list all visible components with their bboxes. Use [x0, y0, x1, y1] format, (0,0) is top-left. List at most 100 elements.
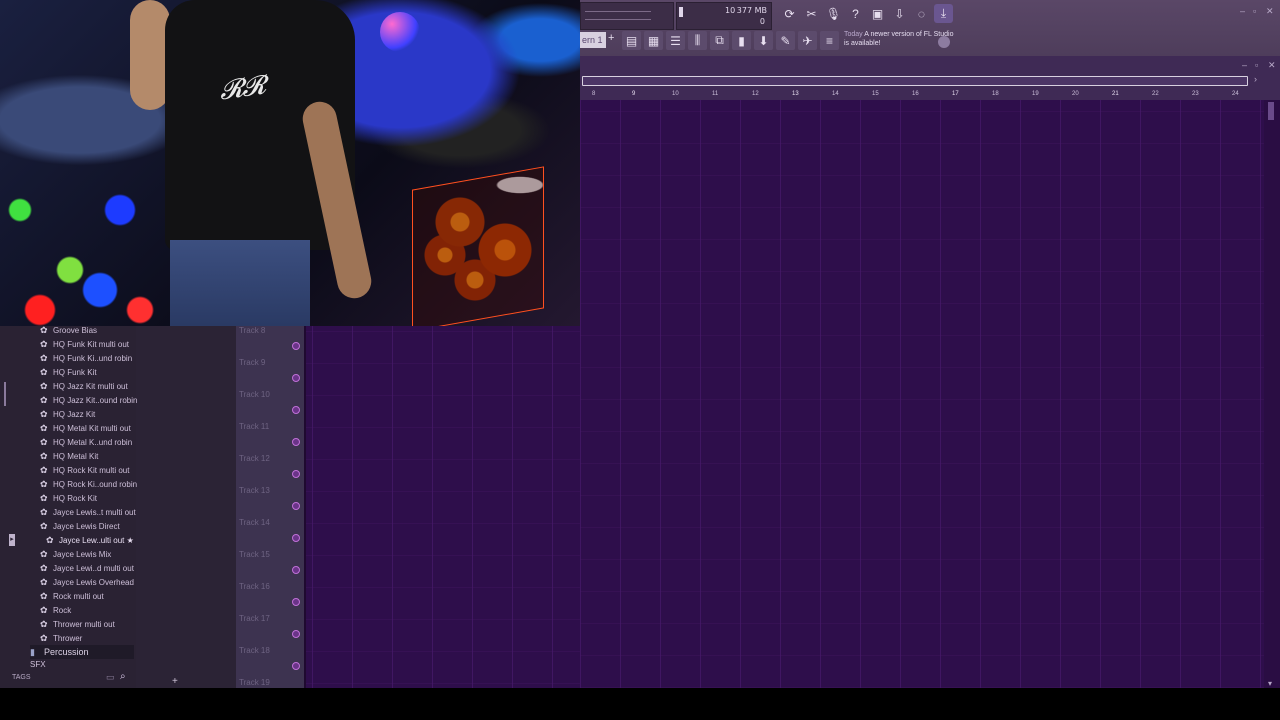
help-icon[interactable]: ? — [846, 4, 865, 23]
track-mute-button[interactable] — [292, 566, 300, 574]
maximize-icon[interactable]: ▫ — [1253, 6, 1256, 16]
browser-bottom-strip: + — [136, 676, 236, 688]
search-icon[interactable]: ⌕ — [120, 671, 126, 682]
playlist-minimize-icon[interactable]: – — [1242, 60, 1247, 70]
save-icon[interactable]: ▣ — [868, 4, 887, 23]
track-header[interactable]: Track 19 — [236, 674, 304, 688]
cut-icon[interactable]: ✂ — [802, 4, 821, 23]
refresh-icon[interactable]: ⟳ — [780, 4, 799, 23]
track-header[interactable]: Track 9 — [236, 354, 304, 387]
browser-item[interactable]: ✿ Rock multi out — [40, 589, 104, 603]
render-icon[interactable]: ⇩ — [890, 4, 909, 23]
folder-percussion[interactable]: ▮ Percussion — [30, 645, 134, 659]
browser-item[interactable]: ✿ Thrower multi out — [40, 617, 115, 631]
browser-item[interactable]: ✿ HQ Rock Kit — [40, 491, 97, 505]
scrollbar-thumb[interactable] — [1268, 102, 1274, 120]
playlist-close-icon[interactable]: ✕ — [1268, 60, 1276, 71]
browser-item[interactable]: ✿ HQ Funk Kit — [40, 365, 97, 379]
browser-item[interactable]: ✿ Jayce Lewis Mix — [40, 547, 111, 561]
track-mute-button[interactable] — [292, 534, 300, 542]
track-header[interactable]: Track 13 — [236, 482, 304, 515]
track-header[interactable]: Track 16 — [236, 578, 304, 611]
plugin-preset-icon: ✿ — [40, 549, 48, 559]
person-arm — [130, 0, 170, 110]
song-position-display[interactable] — [580, 2, 674, 30]
browser-item[interactable]: ✿ HQ Jazz Kit multi out — [40, 379, 128, 393]
link-icon[interactable]: ✈ — [798, 31, 817, 50]
playlist-grid-left[interactable] — [306, 326, 580, 688]
browser-expand-icon[interactable]: ▸ — [9, 534, 15, 546]
browser-item[interactable]: ✿ HQ Metal Kit multi out — [40, 421, 131, 435]
browser-item[interactable]: ✿ Jayce Lewis Overhead — [40, 575, 134, 589]
browser-item[interactable]: ✿ HQ Metal K..und robin — [40, 435, 132, 449]
track-header[interactable]: Track 17 — [236, 610, 304, 643]
hint-icon[interactable]: ≡ — [820, 31, 839, 50]
track-mute-button[interactable] — [292, 662, 300, 670]
channel-rack-icon[interactable]: ☰ — [666, 31, 685, 50]
track-name: Track 11 — [239, 422, 270, 431]
browser-item[interactable]: ✿ Rock — [40, 603, 71, 617]
track-mute-button[interactable] — [292, 438, 300, 446]
playlist-icon[interactable]: ▤ — [622, 31, 641, 50]
browser-item-label: Jayce Lewi..d multi out — [53, 564, 134, 573]
track-header[interactable]: Track 11 — [236, 418, 304, 451]
ruler-number: 20 — [1072, 91, 1079, 97]
folder-sfx[interactable]: SFX — [30, 660, 46, 669]
browser-item[interactable]: ✿ HQ Rock Kit multi out — [40, 463, 129, 477]
scroll-right-icon[interactable]: › — [1254, 74, 1257, 84]
pattern-selector[interactable]: ern 1 — [580, 32, 606, 48]
download-icon[interactable]: ⤓ — [934, 4, 953, 23]
news-globe-icon[interactable] — [938, 36, 950, 48]
track-header[interactable]: Track 10 — [236, 386, 304, 419]
plugin-picker-icon[interactable]: ⧉ — [710, 31, 729, 50]
browser-item-label: HQ Funk Ki..und robin — [53, 354, 133, 363]
plugin-preset-icon: ✿ — [40, 409, 48, 419]
close-icon[interactable]: ✕ — [1266, 6, 1274, 17]
playlist-grid[interactable] — [580, 100, 1264, 688]
browser-item[interactable]: ✿ HQ Rock Ki..ound robin — [40, 477, 137, 491]
add-track-icon[interactable]: + — [172, 676, 178, 687]
browser-item[interactable]: ✿ HQ Jazz Kit — [40, 407, 95, 421]
cpu-memory-monitor[interactable]: 10 377 MB 0 — [676, 2, 772, 30]
scroll-down-icon[interactable]: ▾ — [1268, 679, 1272, 688]
track-headers: Track 8 Track 9 Track 10 Track 11 Track 12 Tr… — [236, 326, 304, 688]
add-pattern-button[interactable]: + — [608, 32, 614, 44]
chat-icon[interactable]: ◌ — [912, 4, 931, 23]
playlist-maximize-icon[interactable]: ▫ — [1255, 60, 1258, 70]
browser-item-label: Groove Bias — [53, 326, 98, 335]
track-mute-button[interactable] — [292, 374, 300, 382]
browser-icon[interactable]: ▮ — [732, 31, 751, 50]
track-mute-button[interactable] — [292, 470, 300, 478]
browser-item[interactable]: ✿ HQ Metal Kit — [40, 449, 98, 463]
track-header[interactable]: Track 14 — [236, 514, 304, 547]
tempo-tapper-icon[interactable]: ✎ — [776, 31, 795, 50]
ruler-number: 16 — [912, 91, 919, 97]
track-mute-button[interactable] — [292, 406, 300, 414]
mic-icon[interactable]: 🎙 — [824, 4, 843, 23]
vertical-scrollbar[interactable]: ▾ — [1264, 100, 1280, 688]
browser-item[interactable]: ✿ Jayce Lewi..d multi out — [40, 561, 134, 575]
track-header[interactable]: Track 18 — [236, 642, 304, 675]
browser-item[interactable]: ✿ Jayce Lewis Direct — [40, 519, 120, 533]
track-mute-button[interactable] — [292, 502, 300, 510]
track-mute-button[interactable] — [292, 630, 300, 638]
browser-item[interactable]: ✿ Thrower — [40, 631, 82, 645]
track-header[interactable]: Track 8 — [236, 326, 304, 355]
browser-item[interactable]: ✿ HQ Funk Ki..und robin — [40, 351, 132, 365]
browser-item[interactable]: ✿ Jayce Lewis..t multi out — [40, 505, 136, 519]
mixer-icon[interactable]: ⫼ — [688, 31, 707, 50]
browser-item[interactable]: ✿ Jayce Lew..ulti out ★ — [46, 533, 134, 547]
track-header[interactable]: Track 12 — [236, 450, 304, 483]
main-toolbar: 10 377 MB 0 ⟳ ✂ 🎙 ? ▣ ⇩ ◌ ⤓ ern 1 + ▤ ▦ … — [580, 0, 1280, 57]
touch-controller-icon[interactable]: ⬇ — [754, 31, 773, 50]
browser-scroll-marker[interactable] — [4, 382, 6, 406]
track-mute-button[interactable] — [292, 598, 300, 606]
track-header[interactable]: Track 15 — [236, 546, 304, 579]
browser-item[interactable]: ✿ HQ Jazz Kit..ound robin — [40, 393, 137, 407]
minimize-icon[interactable]: – — [1240, 6, 1245, 16]
browser-item[interactable]: ✿ HQ Funk Kit multi out — [40, 337, 129, 351]
piano-roll-icon[interactable]: ▦ — [644, 31, 663, 50]
horizontal-scrollbar[interactable] — [582, 76, 1248, 86]
folder-icon[interactable]: ▭ — [106, 672, 115, 683]
track-mute-button[interactable] — [292, 342, 300, 350]
